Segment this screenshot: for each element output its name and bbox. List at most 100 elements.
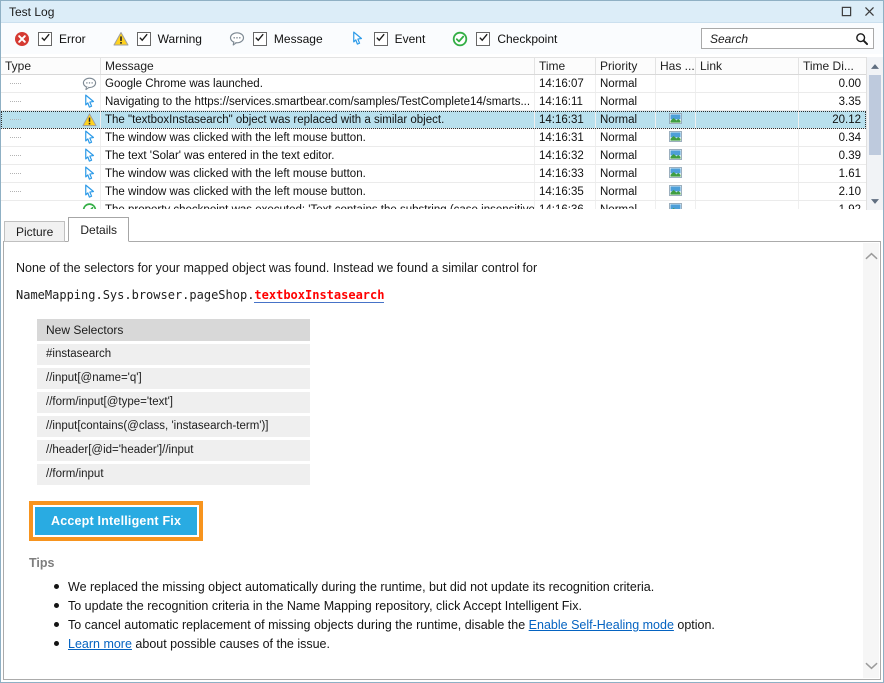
checkbox[interactable] <box>476 32 490 46</box>
column-header-time-diff[interactable]: Time Di... <box>799 58 866 74</box>
scroll-up-icon[interactable] <box>867 58 883 74</box>
link-cell <box>696 147 799 164</box>
link-cell <box>696 93 799 110</box>
checkbox[interactable] <box>38 32 52 46</box>
checkbox[interactable] <box>253 32 267 46</box>
tree-connector <box>10 119 21 120</box>
table-row[interactable]: The window was clicked with the left mou… <box>1 165 866 183</box>
column-header-time[interactable]: Time <box>535 58 596 74</box>
table-row[interactable]: The property checkpoint was executed: 'T… <box>1 201 866 209</box>
type-cell <box>1 93 101 110</box>
checkbox[interactable] <box>137 32 151 46</box>
checkpoint-icon <box>452 31 468 47</box>
details-scrollbar[interactable] <box>863 243 879 678</box>
image-icon <box>669 167 682 181</box>
column-header-has-picture[interactable]: Has ... <box>656 58 696 74</box>
column-header-type[interactable]: Type <box>1 58 101 74</box>
time-cell: 14:16:36 <box>535 201 596 209</box>
has-picture-cell <box>656 201 696 209</box>
time-diff-cell: 2.10 <box>799 183 866 200</box>
check-icon <box>254 30 265 48</box>
tab-bar: Picture Details <box>1 215 883 241</box>
mapped-object-link[interactable]: textboxInstasearch <box>254 288 384 303</box>
warning-icon <box>82 112 97 127</box>
time-diff-cell: 1.92 <box>799 201 866 209</box>
tree-connector <box>10 191 21 192</box>
filter-label: Message <box>274 32 323 46</box>
event-icon <box>82 166 97 181</box>
table-row[interactable]: The window was clicked with the left mou… <box>1 129 866 147</box>
search-icon[interactable] <box>854 31 870 47</box>
close-icon[interactable] <box>862 5 876 19</box>
mapping-path: NameMapping.Sys.browser.pageShop. <box>16 288 254 302</box>
table-row[interactable]: Navigating to the https://services.smart… <box>1 93 866 111</box>
tip-link[interactable]: Enable Self-Healing mode <box>529 618 674 632</box>
log-table-scrollbar[interactable] <box>866 57 883 210</box>
priority-cell: Normal <box>596 129 656 146</box>
link-cell <box>696 111 799 128</box>
check-icon <box>478 30 489 48</box>
message-cell: The window was clicked with the left mou… <box>101 183 535 200</box>
chevron-down-icon[interactable] <box>864 661 878 670</box>
type-cell <box>1 165 101 182</box>
selector-row[interactable]: //header[@id='header']//input <box>37 440 310 461</box>
check-icon <box>40 30 51 48</box>
restore-icon[interactable] <box>839 5 853 19</box>
scrollbar-thumb[interactable] <box>869 75 881 155</box>
tree-connector <box>10 101 21 102</box>
selector-row[interactable]: //form/input[@type='text'] <box>37 392 310 413</box>
bullet-icon <box>54 641 59 646</box>
filter-error[interactable]: Error <box>14 31 86 47</box>
filter-event[interactable]: Event <box>350 31 426 47</box>
mapping-line: NameMapping.Sys.browser.pageShop.textbox… <box>16 288 840 302</box>
error-icon <box>14 31 30 47</box>
column-header-priority[interactable]: Priority <box>596 58 656 74</box>
image-icon <box>669 185 682 199</box>
chevron-up-icon[interactable] <box>864 251 878 260</box>
column-header-link[interactable]: Link <box>696 58 799 74</box>
table-row[interactable]: Google Chrome was launched. 14:16:07 Nor… <box>1 75 866 93</box>
has-picture-cell <box>656 93 696 110</box>
new-selectors-table: New Selectors #instasearch//input[@name=… <box>37 319 310 485</box>
has-picture-cell <box>656 75 696 92</box>
tip-item: To update the recognition criteria in th… <box>54 599 840 613</box>
event-icon <box>82 184 97 199</box>
table-row[interactable]: The "textboxInstasearch" object was repl… <box>1 111 866 129</box>
tips-title: Tips <box>29 556 840 570</box>
selector-row[interactable]: //input[contains(@class, 'instasearch-te… <box>37 416 310 437</box>
accept-intelligent-fix-button[interactable]: Accept Intelligent Fix <box>35 507 197 535</box>
tab-details[interactable]: Details <box>68 217 129 242</box>
test-log-window: Test Log Error Warning Message Event Che… <box>0 0 884 683</box>
selector-row[interactable]: #instasearch <box>37 344 310 365</box>
image-icon <box>669 203 682 210</box>
filter-message[interactable]: Message <box>229 31 323 47</box>
event-icon <box>350 31 366 47</box>
time-diff-cell: 0.00 <box>799 75 866 92</box>
column-header-message[interactable]: Message <box>101 58 535 74</box>
filter-label: Event <box>395 32 426 46</box>
selector-row[interactable]: //form/input <box>37 464 310 485</box>
type-cell <box>1 75 101 92</box>
message-cell: The window was clicked with the left mou… <box>101 129 535 146</box>
filter-warning[interactable]: Warning <box>113 31 202 47</box>
bullet-icon <box>54 622 59 627</box>
priority-cell: Normal <box>596 75 656 92</box>
time-cell: 14:16:32 <box>535 147 596 164</box>
selector-list: #instasearch //input[@name='q'] //form/inp… <box>37 344 310 485</box>
checkbox[interactable] <box>374 32 388 46</box>
time-cell: 14:16:11 <box>535 93 596 110</box>
tip-link[interactable]: Learn more <box>68 637 132 651</box>
link-cell <box>696 183 799 200</box>
has-picture-cell <box>656 129 696 146</box>
table-row[interactable]: The window was clicked with the left mou… <box>1 183 866 201</box>
table-row[interactable]: The text 'Solar' was entered in the text… <box>1 147 866 165</box>
selector-row[interactable]: //input[@name='q'] <box>37 368 310 389</box>
log-table-header: Type Message Time Priority Has ... Link … <box>1 57 866 75</box>
tab-picture[interactable]: Picture <box>4 221 65 242</box>
search-input[interactable] <box>708 31 854 47</box>
filter-checkpoint[interactable]: Checkpoint <box>452 31 557 47</box>
tree-connector <box>10 173 21 174</box>
scroll-down-icon[interactable] <box>867 193 883 209</box>
event-icon <box>82 94 97 109</box>
tips-list: We replaced the missing object automatic… <box>16 580 840 651</box>
